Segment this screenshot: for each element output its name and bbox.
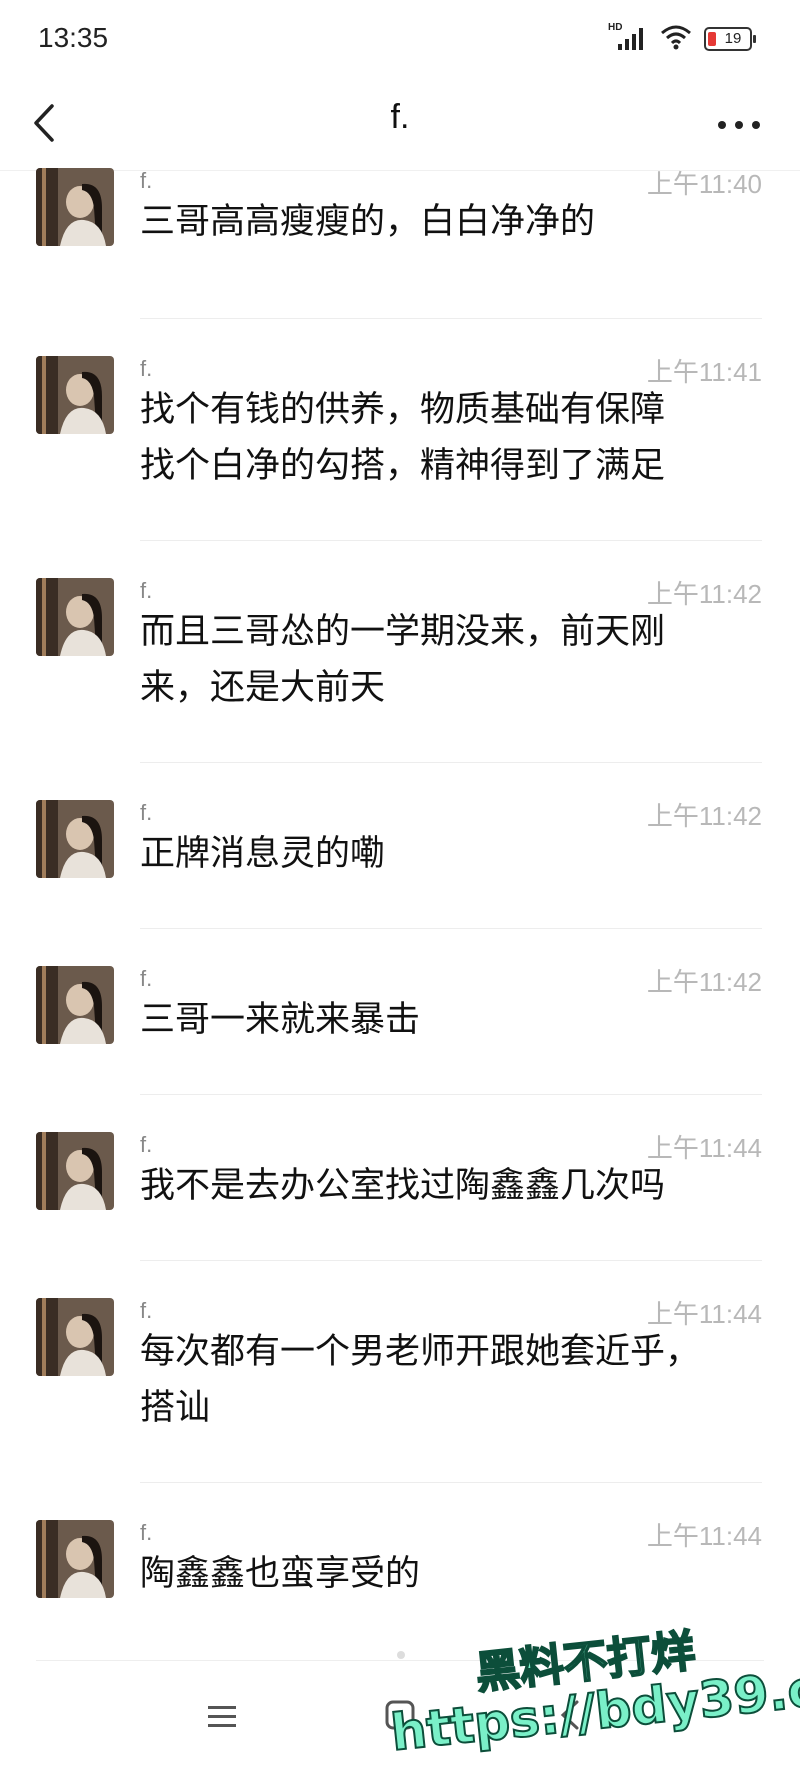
bottom-divider xyxy=(36,1660,764,1661)
message-text[interactable]: 三哥一来就来暴击 xyxy=(140,992,740,1048)
chat-header: f. xyxy=(0,80,800,171)
message-text[interactable]: 陶鑫鑫也蛮享受的 xyxy=(140,1546,740,1602)
more-dots-icon xyxy=(718,121,760,129)
message-item[interactable]: f. 上午11:44 我不是去办公室找过陶鑫鑫几次吗 xyxy=(0,1112,800,1278)
nav-back-button[interactable] xyxy=(555,1698,589,1732)
message-item[interactable]: f. 上午11:44 每次都有一个男老师开跟她套近乎， 搭讪 xyxy=(0,1278,800,1500)
sender-name: f. xyxy=(140,966,153,991)
message-text[interactable]: 三哥高高瘦瘦的，白白净净的 xyxy=(140,194,740,250)
message-item[interactable]: f. 上午11:42 三哥一来就来暴击 xyxy=(0,946,800,1112)
avatar[interactable] xyxy=(36,966,114,1044)
message-divider xyxy=(140,318,762,319)
avatar[interactable] xyxy=(36,1298,114,1376)
battery-level: 19 xyxy=(724,30,742,47)
avatar[interactable] xyxy=(36,578,114,656)
wifi-icon xyxy=(660,24,692,54)
avatar[interactable] xyxy=(36,1520,114,1598)
message-item[interactable]: f. 上午11:41 找个有钱的供养，物质基础有保障 找个白净的勾搭，精神得到了满足 xyxy=(0,336,800,558)
message-text[interactable]: 而且三哥怂的一学期没来，前天刚 来，还是大前天 xyxy=(140,604,740,716)
message-item[interactable]: f. 上午11:42 而且三哥怂的一学期没来，前天刚 来，还是大前天 xyxy=(0,558,800,780)
status-icons: HD 19 xyxy=(608,22,756,54)
system-nav-bar xyxy=(0,1662,800,1777)
home-icon xyxy=(385,1700,415,1730)
message-divider xyxy=(140,928,762,929)
menu-icon xyxy=(208,1706,236,1727)
avatar[interactable] xyxy=(36,168,114,246)
message-text[interactable]: 我不是去办公室找过陶鑫鑫几次吗 xyxy=(140,1158,740,1214)
sender-name: f. xyxy=(140,1132,153,1157)
avatar[interactable] xyxy=(36,1132,114,1210)
chat-title: f. xyxy=(390,98,410,136)
signal-icon: HD xyxy=(608,22,648,52)
sender-name: f. xyxy=(140,1520,153,1545)
sender-name: f. xyxy=(140,168,153,193)
message-item[interactable]: f. 上午11:40 三哥高高瘦瘦的，白白净净的 xyxy=(0,168,800,336)
message-item[interactable]: f. 上午11:42 正牌消息灵的嘞 xyxy=(0,780,800,946)
avatar[interactable] xyxy=(36,356,114,434)
message-divider xyxy=(140,1094,762,1095)
home-button[interactable] xyxy=(383,1698,417,1732)
message-item[interactable]: f. 上午11:44 陶鑫鑫也蛮享受的 xyxy=(0,1500,800,1666)
sender-name: f. xyxy=(140,800,153,825)
avatar[interactable] xyxy=(36,800,114,878)
message-text[interactable]: 找个有钱的供养，物质基础有保障 找个白净的勾搭，精神得到了满足 xyxy=(140,382,740,494)
message-divider xyxy=(140,1482,762,1483)
message-divider xyxy=(140,540,762,541)
back-icon xyxy=(560,1700,579,1730)
sender-name: f. xyxy=(140,1298,153,1323)
message-text[interactable]: 正牌消息灵的嘞 xyxy=(140,826,740,882)
battery-icon: 19 xyxy=(704,27,756,51)
menu-button[interactable] xyxy=(205,1700,239,1734)
status-bar: 13:35 HD 19 xyxy=(0,0,800,80)
message-divider xyxy=(140,1260,762,1261)
message-text[interactable]: 每次都有一个男老师开跟她套近乎， 搭讪 xyxy=(140,1324,740,1436)
message-divider xyxy=(140,762,762,763)
more-button[interactable] xyxy=(714,102,764,148)
sender-name: f. xyxy=(140,578,153,603)
status-time: 13:35 xyxy=(38,22,109,53)
page-indicator-dot xyxy=(397,1651,405,1659)
sender-name: f. xyxy=(140,356,153,381)
